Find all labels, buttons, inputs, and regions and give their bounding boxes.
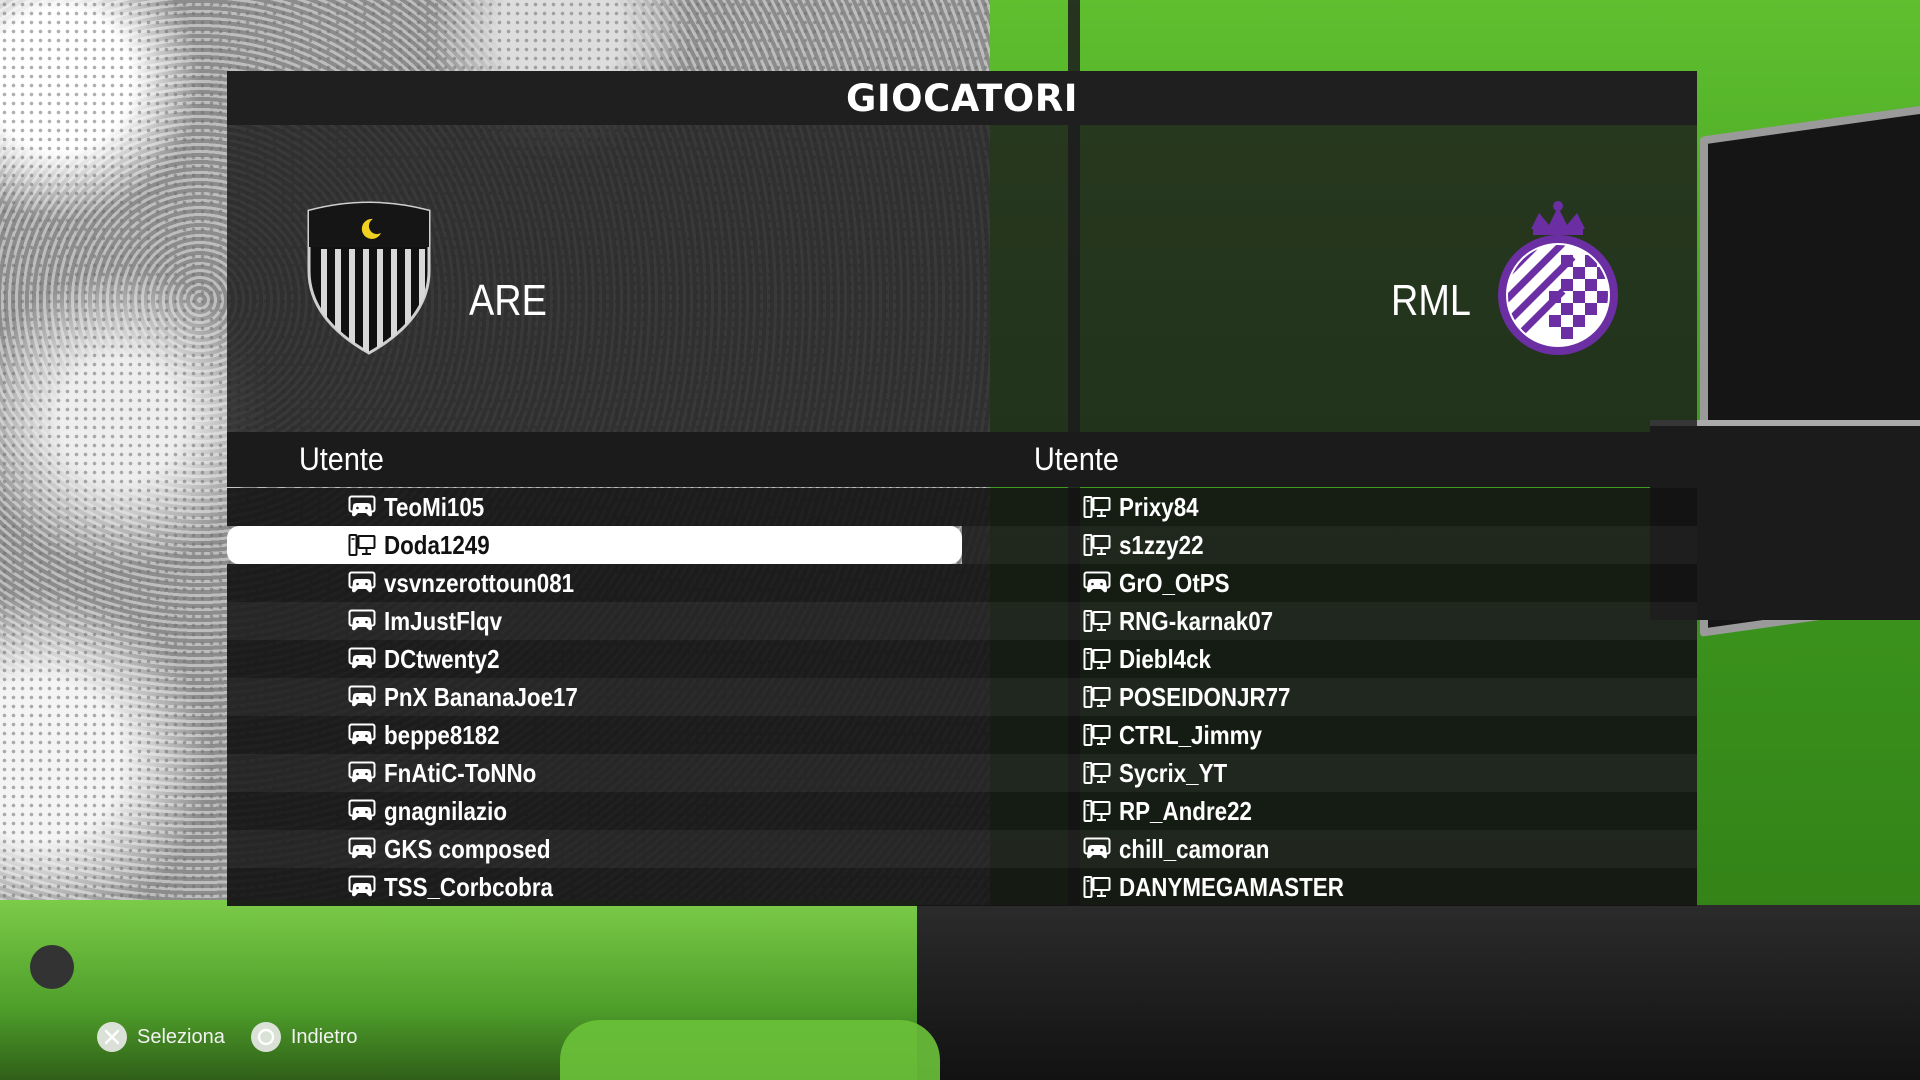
player-name: Diebl4ck bbox=[1119, 643, 1211, 674]
team-right-abbreviation: RML bbox=[1391, 275, 1471, 325]
panel-header: GIOCATORI bbox=[227, 71, 1697, 125]
player-row[interactable]: s1zzy22 bbox=[962, 526, 1697, 564]
select-hint[interactable]: Seleziona bbox=[97, 1022, 225, 1052]
controller-icon bbox=[348, 570, 378, 596]
pc-icon bbox=[1083, 532, 1113, 558]
player-row[interactable]: GrO_OtPS bbox=[962, 564, 1697, 602]
pc-icon bbox=[1083, 608, 1113, 634]
player-row[interactable]: POSEIDONJR77 bbox=[962, 678, 1697, 716]
player-name: s1zzy22 bbox=[1119, 529, 1204, 560]
team-right: RML bbox=[1378, 199, 1623, 359]
player-name: RNG-karnak07 bbox=[1119, 605, 1274, 636]
team-left-abbreviation: ARE bbox=[469, 275, 547, 325]
player-name: ImJustFlqv bbox=[384, 605, 503, 636]
player-row[interactable]: DCtwenty2 bbox=[227, 640, 962, 678]
right-column-header: Utente bbox=[962, 432, 1697, 487]
player-name: CTRL_Jimmy bbox=[1119, 719, 1262, 750]
player-row[interactable]: Doda1249 bbox=[227, 526, 962, 564]
team-left: ARE bbox=[301, 201, 559, 357]
pc-icon bbox=[1083, 684, 1113, 710]
pc-icon bbox=[1083, 494, 1113, 520]
player-row[interactable]: PnX BananaJoe17 bbox=[227, 678, 962, 716]
background-floor-dark bbox=[917, 905, 1920, 1080]
pc-icon bbox=[1083, 760, 1113, 786]
controller-icon bbox=[348, 646, 378, 672]
player-name: TSS_Corbcobra bbox=[384, 871, 553, 902]
player-row[interactable]: GKS composed bbox=[227, 830, 962, 868]
player-name: TeoMi105 bbox=[384, 491, 485, 522]
player-row[interactable]: vsvnzerottoun081 bbox=[227, 564, 962, 602]
controller-icon bbox=[348, 836, 378, 862]
player-row[interactable]: CTRL_Jimmy bbox=[962, 716, 1697, 754]
player-row[interactable]: RNG-karnak07 bbox=[962, 602, 1697, 640]
pc-icon bbox=[1083, 874, 1113, 900]
player-row[interactable]: gnagnilazio bbox=[227, 792, 962, 830]
player-row[interactable]: Prixy84 bbox=[962, 488, 1697, 526]
player-row[interactable]: RP_Andre22 bbox=[962, 792, 1697, 830]
left-player-list: TeoMi105 Doda1249 vsvnzerottoun081 ImJustFl… bbox=[227, 487, 962, 906]
controller-icon bbox=[348, 722, 378, 748]
player-name: RP_Andre22 bbox=[1119, 795, 1252, 826]
teams-band: ARE RML bbox=[227, 125, 1697, 432]
player-row[interactable]: FnAtiC-ToNNo bbox=[227, 754, 962, 792]
players-columns: Utente TeoMi105 Doda1249 vsvnzerottoun081 I… bbox=[227, 432, 1697, 906]
player-name: Sycrix_YT bbox=[1119, 757, 1228, 788]
player-name: beppe8182 bbox=[384, 719, 500, 750]
player-name: GKS composed bbox=[384, 833, 551, 864]
controller-icon bbox=[1083, 570, 1113, 596]
left-column-header: Utente bbox=[227, 432, 962, 487]
player-row[interactable]: DANYMEGAMASTER bbox=[962, 868, 1697, 906]
pc-icon bbox=[1083, 722, 1113, 748]
purple-crowned-checkered-crest-icon bbox=[1498, 200, 1618, 355]
button-hints: Seleziona Indietro bbox=[97, 1022, 384, 1052]
player-name: POSEIDONJR77 bbox=[1119, 681, 1291, 712]
player-name: DANYMEGAMASTER bbox=[1119, 871, 1344, 902]
pc-icon bbox=[1083, 646, 1113, 672]
left-column-header-label: Utente bbox=[299, 441, 384, 477]
controller-icon bbox=[348, 874, 378, 900]
player-row[interactable]: Sycrix_YT bbox=[962, 754, 1697, 792]
player-name: Doda1249 bbox=[384, 529, 490, 560]
circle-button-icon bbox=[250, 1022, 281, 1052]
left-team-column: Utente TeoMi105 Doda1249 vsvnzerottoun081 I… bbox=[227, 432, 962, 906]
background-green-bag bbox=[560, 1020, 940, 1080]
cross-button-icon bbox=[97, 1022, 127, 1052]
controller-icon bbox=[348, 798, 378, 824]
player-name: GrO_OtPS bbox=[1119, 567, 1230, 598]
player-row[interactable]: chill_camoran bbox=[962, 830, 1697, 868]
black-white-striped-shield-crest-icon bbox=[307, 201, 431, 355]
background-door-handle bbox=[30, 945, 74, 989]
player-row[interactable]: TSS_Corbcobra bbox=[227, 868, 962, 906]
player-name: Prixy84 bbox=[1119, 491, 1199, 522]
player-row[interactable]: Diebl4ck bbox=[962, 640, 1697, 678]
player-row[interactable]: beppe8182 bbox=[227, 716, 962, 754]
back-hint[interactable]: Indietro bbox=[250, 1022, 358, 1052]
player-name: PnX BananaJoe17 bbox=[384, 681, 578, 712]
controller-icon bbox=[1083, 836, 1113, 862]
player-name: vsvnzerottoun081 bbox=[384, 567, 575, 598]
players-panel: GIOCATORI ARE RML Utente TeoMi105 Doda12… bbox=[227, 71, 1697, 909]
right-player-list: Prixy84 s1zzy22 GrO_OtPS RNG-karnak07 Diebl4… bbox=[962, 487, 1697, 906]
pc-icon bbox=[1083, 798, 1113, 824]
pc-icon bbox=[348, 532, 378, 558]
select-hint-label: Seleziona bbox=[137, 1025, 225, 1048]
player-name: gnagnilazio bbox=[384, 795, 507, 826]
page-title: GIOCATORI bbox=[846, 76, 1078, 120]
player-row[interactable]: ImJustFlqv bbox=[227, 602, 962, 640]
player-name: DCtwenty2 bbox=[384, 643, 500, 674]
controller-icon bbox=[348, 760, 378, 786]
controller-icon bbox=[348, 608, 378, 634]
right-column-header-label: Utente bbox=[1034, 441, 1119, 477]
player-name: chill_camoran bbox=[1119, 833, 1270, 864]
back-hint-label: Indietro bbox=[290, 1025, 358, 1048]
controller-icon bbox=[348, 494, 378, 520]
controller-icon bbox=[348, 684, 378, 710]
player-name: FnAtiC-ToNNo bbox=[384, 757, 537, 788]
player-row[interactable]: TeoMi105 bbox=[227, 488, 962, 526]
right-team-column: Utente Prixy84 s1zzy22 GrO_OtPS RNG-karnak0… bbox=[962, 432, 1697, 906]
